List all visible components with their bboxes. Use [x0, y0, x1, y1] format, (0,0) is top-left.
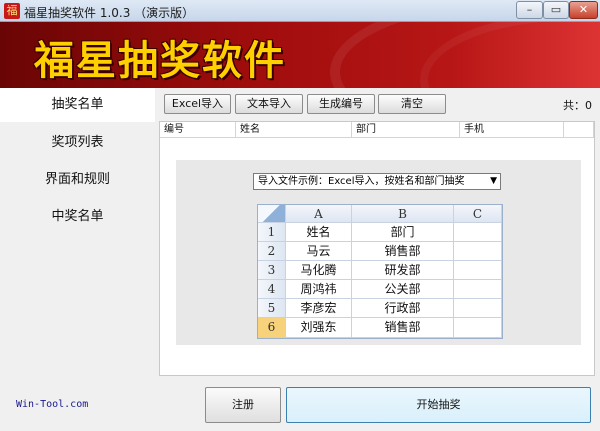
sidebar: 抽奖名单 奖项列表 界面和规则 中奖名单 — [0, 88, 155, 378]
sheet-cell: 公关部 — [352, 280, 454, 299]
sheet-cell: 销售部 — [352, 318, 454, 338]
register-button[interactable]: 注册 — [205, 387, 281, 423]
sheet-cell — [454, 242, 502, 261]
website-link[interactable]: Win-Tool.com — [16, 399, 88, 410]
sheet-row-header: 3 — [258, 261, 286, 280]
header-banner: 福星抽奖软件 — [0, 22, 600, 88]
column-header-department[interactable]: 部门 — [352, 122, 460, 138]
main-panel: Excel导入 文本导入 生成编号 清空 共：0 编号 姓名 部门 手机 导入文… — [155, 88, 600, 378]
sidebar-item-interface-rules[interactable]: 界面和规则 — [0, 163, 155, 197]
generate-number-button[interactable]: 生成编号 — [307, 94, 375, 114]
sheet-row-header: 2 — [258, 242, 286, 261]
banner-title: 福星抽奖软件 — [34, 38, 286, 84]
sheet-row-header: 4 — [258, 280, 286, 299]
sheet-cell: 李彦宏 — [286, 299, 352, 318]
sheet-cell: 马云 — [286, 242, 352, 261]
excel-sample-sheet: A B C 1 姓名 部门 2 马云 销售部 3 马化腾 研发部 4 周鸿祎 公… — [257, 204, 503, 339]
column-header-filler — [564, 122, 594, 138]
footer-bar: Win-Tool.com 注册 开始抽奖 — [0, 378, 600, 431]
sheet-corner — [258, 205, 286, 223]
sidebar-item-winner-list[interactable]: 中奖名单 — [0, 200, 155, 234]
sheet-cell: 周鸿祎 — [286, 280, 352, 299]
sheet-cell: 刘强东 — [286, 318, 352, 338]
sheet-row-header: 1 — [258, 223, 286, 242]
close-button[interactable]: ✕ — [569, 1, 598, 19]
sheet-cell: 销售部 — [352, 242, 454, 261]
sidebar-item-prize-list[interactable]: 奖项列表 — [0, 126, 155, 160]
app-logo-icon: 福 — [4, 3, 20, 19]
import-example-panel: 导入文件示例：Excel导入，按姓名和部门抽奖 ▼ A B C 1 姓名 部门 … — [176, 160, 581, 345]
import-example-select-value: 导入文件示例：Excel导入，按姓名和部门抽奖 — [258, 176, 465, 187]
chevron-down-icon[interactable]: ▼ — [490, 174, 497, 189]
maximize-button[interactable]: ▭ — [543, 1, 569, 19]
text-import-button[interactable]: 文本导入 — [235, 94, 303, 114]
column-header-number[interactable]: 编号 — [160, 122, 236, 138]
sheet-cell: 部门 — [352, 223, 454, 242]
sheet-cell — [454, 299, 502, 318]
sheet-cell: 行政部 — [352, 299, 454, 318]
total-count: 共：0 — [563, 99, 592, 112]
column-header-name[interactable]: 姓名 — [236, 122, 352, 138]
sheet-row-header-selected: 6 — [258, 318, 286, 338]
start-draw-button[interactable]: 开始抽奖 — [286, 387, 591, 423]
sheet-row-header: 5 — [258, 299, 286, 318]
sheet-col-header: A — [286, 205, 352, 223]
minimize-button[interactable]: – — [516, 1, 543, 19]
sheet-col-header: B — [352, 205, 454, 223]
name-list-table[interactable]: 编号 姓名 部门 手机 导入文件示例：Excel导入，按姓名和部门抽奖 ▼ A … — [159, 121, 595, 376]
sheet-cell: 姓名 — [286, 223, 352, 242]
sidebar-item-draw-list[interactable]: 抽奖名单 — [0, 88, 155, 122]
column-header-phone[interactable]: 手机 — [460, 122, 564, 138]
sheet-col-header: C — [454, 205, 502, 223]
sheet-cell — [454, 223, 502, 242]
title-bar: 福 福星抽奖软件 1.0.3 （演示版） – ▭ ✕ — [0, 0, 600, 22]
excel-import-button[interactable]: Excel导入 — [164, 94, 231, 114]
sheet-cell — [454, 280, 502, 299]
window-title: 福星抽奖软件 1.0.3 （演示版） — [24, 6, 195, 20]
clear-button[interactable]: 清空 — [378, 94, 446, 114]
sheet-cell — [454, 318, 502, 338]
sheet-cell — [454, 261, 502, 280]
import-example-select[interactable]: 导入文件示例：Excel导入，按姓名和部门抽奖 ▼ — [253, 173, 501, 190]
sheet-cell: 研发部 — [352, 261, 454, 280]
sheet-cell: 马化腾 — [286, 261, 352, 280]
